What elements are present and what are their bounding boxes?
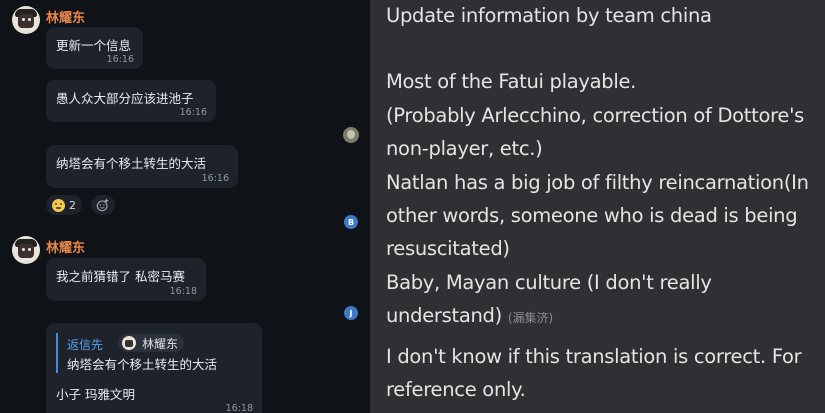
message-bubble[interactable]: 愚人众大部分应该进池子 16:16	[46, 80, 216, 122]
translation-line: other words, someone who is dead is bein…	[386, 204, 798, 227]
reply-author: 返信先	[67, 338, 104, 352]
quoted-text: 纳塔会有个移土转生的大活	[67, 357, 218, 372]
sweat-smile-emoji-icon	[52, 198, 65, 212]
reaction-count: 2	[69, 198, 76, 212]
message-time: 16:18	[169, 286, 197, 297]
translation-line: (Probably Arlecchino, correction of Dott…	[386, 104, 805, 127]
quoted-message[interactable]: 返信先 林耀东 纳塔会有个移土转生的大活	[56, 333, 256, 373]
reply-text: 小子 玛雅文明	[56, 387, 135, 402]
avatar[interactable]	[12, 236, 40, 264]
translation-line: Update information by team china	[386, 4, 712, 27]
translator-credit: (漏集济)	[507, 311, 554, 325]
message-bubble[interactable]: 更新一个信息 16:16	[46, 27, 143, 69]
sender-name[interactable]: 林耀东	[46, 7, 85, 26]
add-reaction-icon	[96, 198, 109, 212]
message-text: 我之前猜错了 私密马赛	[56, 269, 185, 284]
translation-line: Baby, Mayan culture (I don't really	[386, 271, 712, 294]
read-receipt-badge[interactable]: J	[344, 306, 358, 320]
translation-line: resuscitated)	[386, 237, 510, 260]
sender-name[interactable]: 林耀东	[46, 237, 85, 256]
message-text: 纳塔会有个移土转生的大活	[56, 156, 207, 171]
message-bubble[interactable]: 纳塔会有个移土转生的大活 16:16	[46, 145, 238, 188]
translation-line: I don't know if this translation is corr…	[386, 345, 802, 368]
translation-line: Natlan has a big job of filthy reincarna…	[386, 171, 809, 194]
message-text: 更新一个信息	[56, 38, 132, 53]
read-receipt-avatar[interactable]	[343, 127, 359, 143]
read-receipt-badge[interactable]: B	[344, 215, 358, 229]
translation-line: reference only.	[386, 378, 526, 401]
translation-line-with-credit: understand) (漏集济)	[386, 304, 553, 327]
reaction-chip[interactable]: 2	[46, 195, 82, 215]
message-bubble[interactable]: 我之前猜错了 私密马赛 16:18	[46, 258, 206, 301]
add-reaction-button[interactable]	[91, 195, 115, 215]
message-time: 16:18	[225, 403, 253, 413]
chat-pane: 林耀东 更新一个信息 16:16 愚人众大部分应该进池子 16:16 纳塔会有个…	[0, 0, 370, 413]
message-text: 愚人众大部分应该进池子	[56, 91, 194, 106]
quoted-sender-avatar	[122, 336, 136, 350]
message-time: 16:16	[179, 107, 207, 118]
message-time: 16:16	[201, 173, 229, 184]
translation-line: non-player, etc.)	[386, 137, 543, 160]
message-time: 16:16	[106, 54, 134, 65]
translation-line: understand)	[386, 304, 502, 327]
translation-line: Most of the Fatui playable.	[386, 70, 637, 93]
quoted-sender-name: 林耀东	[142, 336, 179, 351]
quoted-sender-chip: 林耀东	[118, 334, 185, 352]
avatar[interactable]	[12, 6, 40, 34]
translation-panel: Update information by team china Most of…	[370, 0, 825, 413]
